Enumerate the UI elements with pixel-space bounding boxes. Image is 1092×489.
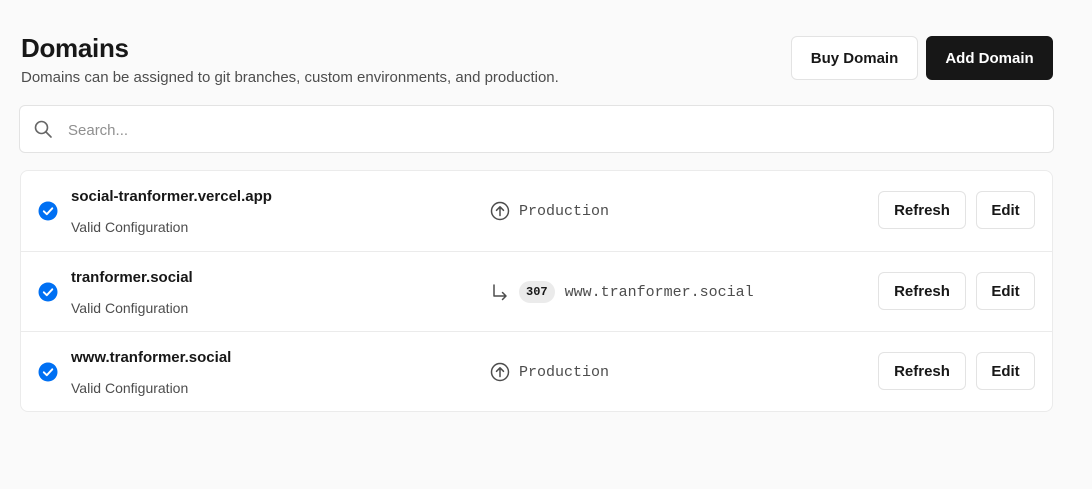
domain-row: social-tranformer.vercel.app Valid Confi… <box>21 171 1052 251</box>
domain-target: Production <box>489 199 609 223</box>
domain-name[interactable]: social-tranformer.vercel.app <box>71 187 272 207</box>
domain-target: 307 www.tranformer.social <box>489 280 754 304</box>
check-circle-icon <box>38 201 58 221</box>
add-domain-button[interactable]: Add Domain <box>926 36 1053 80</box>
check-circle-icon <box>38 282 58 302</box>
search-icon <box>34 120 52 138</box>
target-environment: Production <box>519 202 610 220</box>
domain-status: Valid Configuration <box>71 300 189 316</box>
search-input[interactable] <box>66 106 1030 154</box>
domain-name[interactable]: www.tranformer.social <box>71 348 231 368</box>
search-bar <box>19 105 1054 154</box>
redirect-arrow-icon <box>493 284 507 301</box>
arrow-up-circle-icon <box>490 201 510 221</box>
page-header: Domains Domains can be assigned to git b… <box>21 32 1053 92</box>
buy-domain-button[interactable]: Buy Domain <box>791 36 918 80</box>
domain-name[interactable]: tranformer.social <box>71 268 193 288</box>
refresh-button[interactable]: Refresh <box>878 191 966 229</box>
redirect-target: www.tranformer.social <box>564 283 754 301</box>
target-environment: Production <box>519 363 610 381</box>
domain-status: Valid Configuration <box>71 380 189 396</box>
domain-status: Valid Configuration <box>71 219 189 235</box>
refresh-button[interactable]: Refresh <box>878 272 966 310</box>
domain-list: social-tranformer.vercel.app Valid Confi… <box>20 170 1053 412</box>
arrow-up-circle-icon <box>490 362 510 382</box>
edit-button[interactable]: Edit <box>976 191 1035 229</box>
edit-button[interactable]: Edit <box>976 352 1035 390</box>
domain-row: www.tranformer.social Valid Configuratio… <box>21 331 1052 412</box>
domain-target: Production <box>489 360 609 384</box>
refresh-button[interactable]: Refresh <box>878 352 966 390</box>
edit-button[interactable]: Edit <box>976 272 1035 310</box>
domain-row: tranformer.social Valid Configuration 30… <box>21 251 1052 332</box>
check-circle-icon <box>38 362 58 382</box>
redirect-code-badge: 307 <box>519 281 555 303</box>
page-subtitle: Domains can be assigned to git branches,… <box>21 69 559 86</box>
page-title: Domains <box>21 33 129 63</box>
